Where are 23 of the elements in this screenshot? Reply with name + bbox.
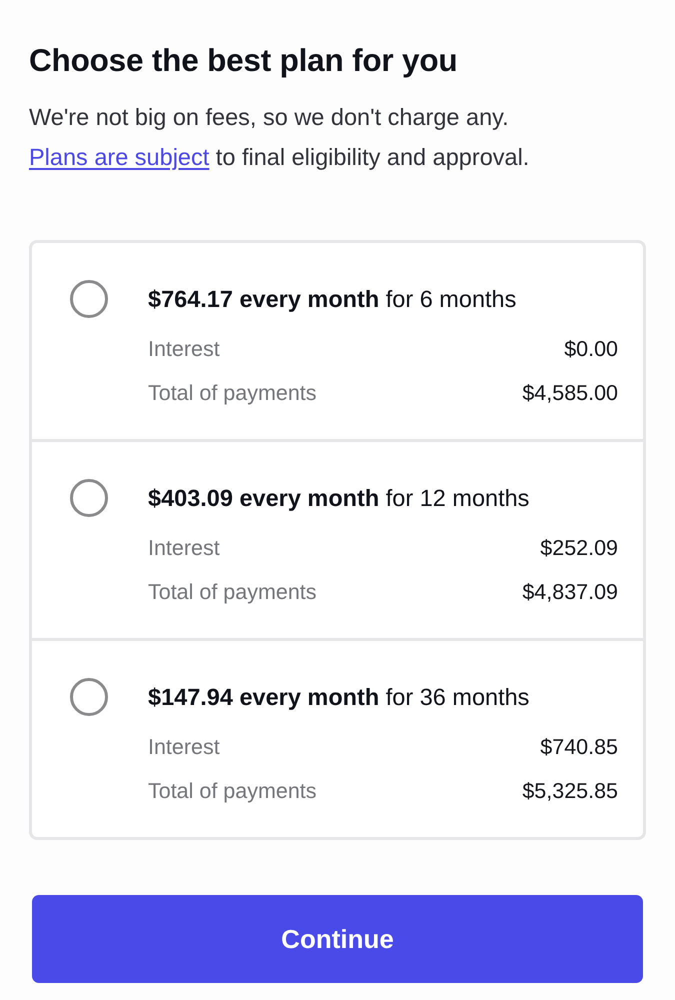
detail-label: Interest bbox=[148, 734, 220, 760]
radio-button[interactable] bbox=[70, 678, 108, 716]
detail-value: $4,585.00 bbox=[522, 380, 618, 406]
radio-button[interactable] bbox=[70, 280, 108, 318]
page-heading: Choose the best plan for you bbox=[29, 42, 458, 78]
detail-value: $4,837.09 bbox=[522, 580, 618, 604]
continue-button[interactable]: Continue bbox=[32, 895, 643, 983]
detail-value: $0.00 bbox=[564, 336, 618, 362]
plan-headline: $403.09 every month for 12 months bbox=[148, 484, 530, 513]
radio-button[interactable] bbox=[70, 479, 108, 517]
detail-label: Total of payments bbox=[148, 580, 317, 604]
detail-label: Total of payments bbox=[148, 380, 317, 406]
detail-value: $740.85 bbox=[540, 734, 618, 760]
plans-link[interactable]: Plans are subject bbox=[29, 144, 210, 170]
plan-headline: $764.17 every month for 6 months bbox=[148, 285, 516, 314]
fees-note: We're not big on fees, so we don't charge any. bbox=[29, 103, 509, 132]
eligibility-note: Plans are subject to final eligibility and approval. bbox=[29, 143, 530, 172]
detail-label: Interest bbox=[148, 536, 220, 560]
plan-headline: $147.94 every month for 36 months bbox=[148, 683, 530, 712]
detail-label: Interest bbox=[148, 336, 220, 362]
detail-value: $5,325.85 bbox=[522, 778, 618, 804]
detail-label: Total of payments bbox=[148, 778, 317, 804]
detail-value: $252.09 bbox=[540, 536, 618, 560]
